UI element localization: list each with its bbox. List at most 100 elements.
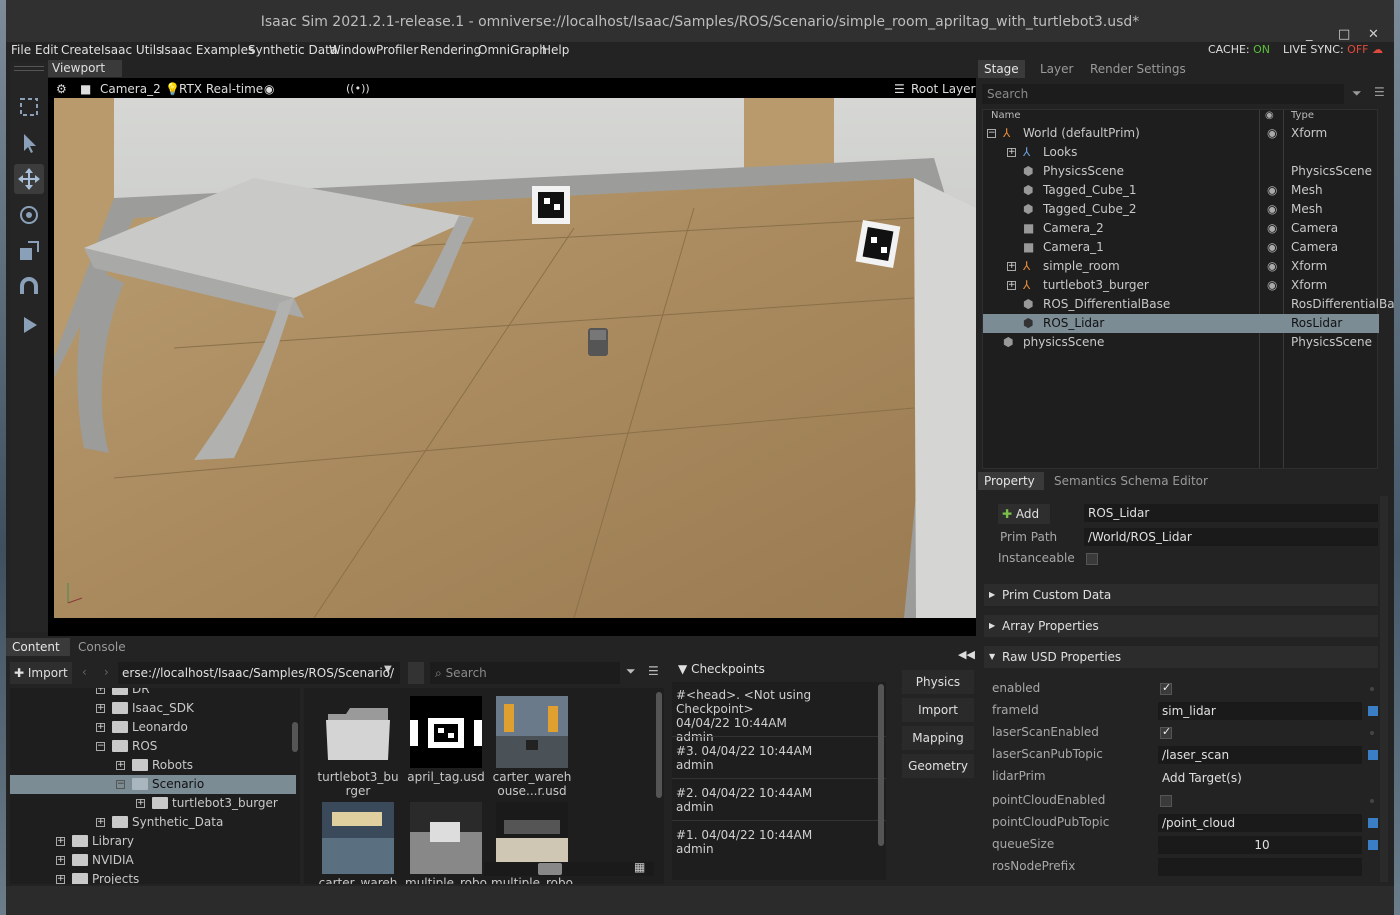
stage-row-physicsscene[interactable]: ⬢ PhysicsScene PhysicsScene bbox=[983, 162, 1379, 181]
section-array-properties[interactable]: ▶ Array Properties bbox=[984, 615, 1378, 637]
import-button[interactable]: ✚ Import bbox=[10, 662, 72, 684]
expand-icon[interactable]: + bbox=[136, 799, 145, 808]
collapse-panel-icon[interactable]: ◀◀ bbox=[958, 648, 975, 661]
menu-help[interactable]: Help bbox=[542, 43, 569, 57]
tree-scrollbar[interactable] bbox=[292, 722, 298, 752]
tab-stage[interactable]: Stage bbox=[978, 60, 1025, 78]
mapping-button[interactable]: Mapping bbox=[902, 726, 974, 750]
menu-lines-icon[interactable]: ☰ bbox=[1374, 85, 1385, 99]
root-layer-label[interactable]: Root Layer bbox=[911, 82, 975, 96]
queuesize-field[interactable]: 10 bbox=[1158, 836, 1362, 854]
bookmark-icon[interactable] bbox=[408, 662, 424, 684]
folder-robots[interactable]: + Robots bbox=[10, 756, 300, 775]
tab-semantics-schema-editor[interactable]: Semantics Schema Editor bbox=[1048, 472, 1214, 490]
tab-render-settings[interactable]: Render Settings bbox=[1084, 60, 1192, 78]
physics-button[interactable]: Physics bbox=[902, 670, 974, 694]
grid-scrollbar[interactable] bbox=[656, 692, 662, 798]
stage-row-tagged-cube-2[interactable]: ⬢ Tagged_Cube_2 ◉ Mesh bbox=[983, 200, 1379, 219]
camera-icon[interactable]: ■ bbox=[80, 82, 91, 96]
tab-console[interactable]: Console bbox=[72, 638, 132, 656]
expand-icon[interactable]: + bbox=[96, 723, 105, 732]
menu-synthetic-data[interactable]: Synthetic Data bbox=[248, 43, 337, 57]
visibility-eye-icon[interactable]: ◉ bbox=[1267, 126, 1277, 140]
collapse-icon[interactable]: − bbox=[987, 129, 996, 138]
expand-icon[interactable]: + bbox=[96, 818, 105, 827]
column-header-type[interactable]: Type bbox=[1291, 110, 1314, 122]
folder-leonardo[interactable]: + Leonardo bbox=[10, 718, 300, 737]
visibility-eye-icon[interactable]: ◉ bbox=[1267, 202, 1277, 216]
enabled-checkbox[interactable] bbox=[1160, 681, 1172, 695]
folder-nvidia[interactable]: + NVIDIA bbox=[10, 851, 300, 870]
content-search-input[interactable]: ⌕ Search bbox=[430, 662, 620, 684]
folder-turtlebot3-burger[interactable]: + turtlebot3_burger bbox=[10, 794, 300, 813]
tab-content[interactable]: Content bbox=[6, 638, 70, 656]
menu-isaac-utils[interactable]: Isaac Utils bbox=[101, 43, 162, 57]
prim-path-field[interactable]: /World/ROS_Lidar bbox=[1084, 528, 1378, 546]
back-arrow-icon[interactable]: ‹ bbox=[82, 665, 87, 679]
stage-row-ros-differentialbase[interactable]: ⬢ ROS_DifferentialBase RosDifferentialBa bbox=[983, 295, 1395, 314]
menu-file[interactable]: File bbox=[11, 43, 31, 57]
column-header-visibility-icon[interactable]: ◉ bbox=[1265, 110, 1274, 122]
live-sync-status[interactable]: LIVE SYNC: OFF ☁ bbox=[1283, 43, 1383, 56]
folder-isaac-sdk[interactable]: + Isaac_SDK bbox=[10, 699, 300, 718]
expand-icon[interactable]: + bbox=[56, 837, 65, 846]
select-mode-icon[interactable] bbox=[14, 92, 44, 122]
prim-name-field[interactable]: ROS_Lidar bbox=[1084, 504, 1378, 522]
forward-arrow-icon[interactable]: › bbox=[104, 665, 109, 679]
checkpoint-item-1[interactable]: #1. 04/04/22 10:44AM admin bbox=[676, 828, 884, 856]
stage-row-world[interactable]: − ⅄ World (defaultPrim) ◉ Xform bbox=[983, 124, 1379, 143]
add-targets-button[interactable]: Add Target(s) bbox=[1162, 771, 1242, 785]
tab-property[interactable]: Property bbox=[978, 472, 1044, 490]
thumbnail-size-slider[interactable] bbox=[538, 863, 562, 875]
checkpoint-item-3[interactable]: #3. 04/04/22 10:44AM admin bbox=[676, 744, 884, 772]
frameid-field[interactable]: sim_lidar bbox=[1158, 702, 1362, 720]
collapse-icon[interactable]: − bbox=[116, 780, 125, 789]
visibility-eye-icon[interactable]: ◉ bbox=[1267, 259, 1277, 273]
stage-row-tagged-cube-1[interactable]: ⬢ Tagged_Cube_1 ◉ Mesh bbox=[983, 181, 1379, 200]
menu-window[interactable]: Window bbox=[329, 43, 376, 57]
checkpoint-scrollbar[interactable] bbox=[878, 684, 884, 846]
path-dropdown-icon[interactable]: ▼ bbox=[384, 664, 392, 675]
menu-edit[interactable]: Edit bbox=[35, 43, 58, 57]
select-arrow-icon[interactable] bbox=[14, 128, 44, 158]
file-thumb-turtlebot3-burger[interactable] bbox=[322, 696, 394, 768]
pointcloudenabled-checkbox[interactable] bbox=[1160, 795, 1172, 807]
menu-create[interactable]: Create bbox=[61, 43, 101, 57]
folder-synthetic-data[interactable]: + Synthetic_Data bbox=[10, 813, 300, 832]
column-header-name[interactable]: Name bbox=[991, 110, 1021, 122]
content-path-field[interactable]: erse://localhost/Isaac/Samples/ROS/Scena… bbox=[118, 662, 400, 684]
folder-projects[interactable]: + Projects bbox=[10, 870, 300, 884]
file-thumb-carter-warehouse-2[interactable] bbox=[322, 802, 394, 874]
expand-icon[interactable]: + bbox=[1007, 148, 1016, 157]
menu-omnigraph[interactable]: OmniGraph bbox=[478, 43, 547, 57]
file-thumb-carter-warehouse[interactable] bbox=[496, 696, 568, 768]
viewport[interactable]: ⚙ ■ Camera_2 💡 RTX Real-time ◉ ((•)) ☰ R… bbox=[48, 78, 976, 636]
move-icon[interactable] bbox=[14, 164, 44, 194]
expand-icon[interactable]: + bbox=[56, 856, 65, 865]
expand-icon[interactable]: + bbox=[96, 688, 105, 694]
snap-magnet-icon[interactable] bbox=[14, 272, 44, 302]
rotate-icon[interactable] bbox=[14, 200, 44, 230]
laserscanenabled-checkbox[interactable] bbox=[1160, 725, 1172, 739]
folder-library[interactable]: + Library bbox=[10, 832, 300, 851]
visibility-eye-icon[interactable]: ◉ bbox=[1267, 278, 1277, 292]
folder-ros[interactable]: − ROS bbox=[10, 737, 300, 756]
folder-dr[interactable]: + DR bbox=[10, 688, 300, 699]
geometry-button[interactable]: Geometry bbox=[902, 754, 974, 778]
audio-icon[interactable]: ((•)) bbox=[346, 82, 370, 95]
visibility-eye-icon[interactable]: ◉ bbox=[1267, 221, 1277, 235]
section-prim-custom-data[interactable]: ▶ Prim Custom Data bbox=[984, 584, 1378, 606]
stage-row-camera-2[interactable]: ■ Camera_2 ◉ Camera bbox=[983, 219, 1379, 238]
visibility-eye-icon[interactable]: ◉ bbox=[1267, 240, 1277, 254]
eye-icon[interactable]: ◉ bbox=[264, 82, 274, 96]
menu-lines-icon[interactable]: ☰ bbox=[648, 664, 659, 678]
gear-icon[interactable]: ⚙ bbox=[56, 82, 67, 96]
stage-row-looks[interactable]: + ⅄ Looks bbox=[983, 143, 1379, 162]
expand-icon[interactable]: + bbox=[56, 875, 65, 884]
play-icon[interactable] bbox=[14, 310, 44, 340]
viewport-3d-scene[interactable] bbox=[54, 98, 976, 618]
import-side-button[interactable]: Import bbox=[902, 698, 974, 722]
checkpoints-header[interactable]: ▼ Checkpoints bbox=[678, 662, 765, 676]
rosnodeprefix-field[interactable] bbox=[1158, 858, 1362, 876]
add-button[interactable]: ✚ Add bbox=[998, 504, 1050, 524]
